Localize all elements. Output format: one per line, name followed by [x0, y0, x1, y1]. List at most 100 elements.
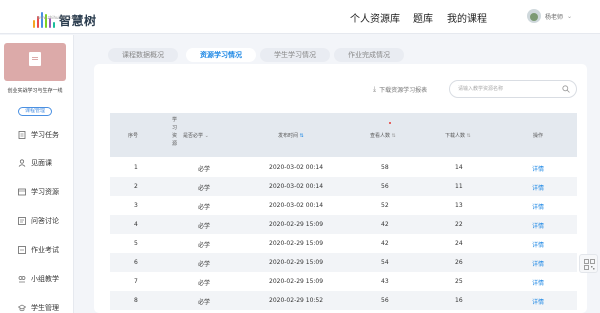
nav-question-bank[interactable]: 题库 [413, 10, 433, 25]
chevron-down-icon: ⌄ [204, 133, 209, 139]
cell-index: 7 [134, 278, 138, 285]
sidebar-item-label: 见面课 [31, 159, 52, 167]
cell-required: 必学 [198, 166, 211, 173]
top-header: 智慧树 www.zhihuishu.com 个人资源库 题库 我的课程 杨老师 … [0, 0, 600, 34]
book-icon [29, 52, 41, 66]
detail-link[interactable]: 详情 [532, 183, 544, 192]
cell-publish-time: 2020-03-02 00:14 [269, 202, 324, 209]
qr-code-icon [584, 259, 595, 270]
sidebar-item-students[interactable]: 学生管理 [18, 303, 59, 313]
detail-link[interactable]: 详情 [532, 164, 544, 173]
cell-publish-time: 2020-03-02 00:14 [269, 164, 324, 171]
cell-publish-time: 2020-03-02 00:14 [269, 183, 324, 190]
user-menu[interactable]: 杨老师 ⌄ [526, 9, 572, 23]
detail-link[interactable]: 详情 [532, 240, 544, 249]
column-header-resource: 学习资源 [172, 117, 178, 147]
student-icon [18, 304, 26, 312]
cell-publish-time: 2020-02-29 15:09 [269, 221, 324, 228]
detail-link[interactable]: 详情 [532, 297, 544, 306]
cell-required: 必学 [198, 261, 211, 268]
table-row: 5 必学 2020-02-29 15:09 42 24 详情 [110, 234, 577, 253]
table-row: 8 必学 2020-02-29 10:52 56 16 详情 [110, 291, 577, 310]
cell-publish-time: 2020-02-29 15:09 [269, 240, 324, 247]
cell-required: 必学 [198, 204, 211, 211]
column-header-action: 操作 [533, 133, 544, 139]
table-row: 7 必学 2020-02-29 15:09 43 25 详情 [110, 272, 577, 291]
column-header-viewers-label: 查看人数 [370, 133, 391, 139]
user-name: 杨老师 [544, 13, 563, 21]
cell-index: 4 [134, 221, 138, 228]
tab-resource-learning[interactable]: 资源学习情况 [186, 48, 256, 62]
sidebar-item-resources[interactable]: 学习资源 [18, 187, 59, 197]
chevron-down-icon: ⌄ [566, 12, 572, 20]
sidebar-item-meetings[interactable]: 见面课 [18, 158, 52, 168]
download-report-button[interactable]: ⤓ 下载资源学习报表 [373, 85, 427, 94]
tab-homework-completion[interactable]: 作业完成情况 [334, 48, 404, 62]
column-header-required[interactable]: 是否必学 ⌄ [183, 132, 209, 139]
sidebar-item-label: 作业考试 [31, 246, 59, 254]
column-header-viewers[interactable]: 查看人数 ⇅ [370, 132, 396, 139]
cell-index: 5 [134, 240, 138, 247]
search-input[interactable] [458, 84, 558, 94]
column-header-downloads[interactable]: 下载人数 ⇅ [445, 132, 471, 139]
search-box[interactable] [449, 80, 577, 98]
cell-publish-time: 2020-02-29 10:52 [269, 297, 324, 304]
tab-student-learning[interactable]: 学生学习情况 [260, 48, 330, 62]
detail-link[interactable]: 详情 [532, 202, 544, 211]
cell-downloads: 13 [455, 202, 463, 209]
cell-viewers: 54 [381, 259, 389, 266]
group-icon [18, 275, 26, 283]
cell-required: 必学 [198, 242, 211, 249]
table-row: 6 必学 2020-02-29 15:09 54 26 详情 [110, 253, 577, 272]
detail-link[interactable]: 详情 [532, 278, 544, 287]
cell-publish-time: 2020-02-29 15:09 [269, 278, 324, 285]
course-cover[interactable] [4, 43, 66, 81]
tab-course-overview[interactable]: 课程数据概况 [108, 48, 178, 62]
cell-downloads: 24 [455, 240, 463, 247]
sidebar-item-label: 学习任务 [31, 131, 59, 139]
detail-link[interactable]: 详情 [532, 259, 544, 268]
sort-icon: ⇅ [391, 133, 396, 139]
cell-viewers: 52 [381, 202, 389, 209]
discussion-icon [18, 217, 26, 225]
user-icon [18, 159, 26, 167]
column-header-downloads-label: 下载人数 [445, 133, 466, 139]
table-row: 4 必学 2020-02-29 15:09 42 22 详情 [110, 215, 577, 234]
cell-index: 2 [134, 183, 138, 190]
cell-viewers: 43 [381, 278, 389, 285]
column-header-publish-time[interactable]: 发布时间 ⇅ [278, 132, 304, 139]
cell-required: 必学 [198, 299, 211, 306]
search-icon[interactable] [562, 85, 570, 93]
nav-my-courses[interactable]: 我的课程 [447, 10, 487, 25]
sidebar-item-tasks[interactable]: 学习任务 [18, 130, 59, 140]
nav-personal-library[interactable]: 个人资源库 [350, 10, 400, 25]
download-icon: ⤓ [373, 85, 377, 93]
cell-downloads: 26 [455, 259, 463, 266]
resource-icon [18, 188, 26, 196]
table-row: 1 必学 2020-03-02 00:14 58 14 详情 [110, 158, 577, 177]
sidebar-item-discussion[interactable]: 问答讨论 [18, 216, 59, 226]
detail-link[interactable]: 详情 [532, 221, 544, 230]
course-name: 创业实战学习与生存一线 [7, 88, 63, 94]
sidebar-item-group[interactable]: 小组教学 [18, 274, 59, 284]
sidebar: 创业实战学习与生存一线 课程管理 学习任务 见面课 学习资源 问答讨论 作业考试… [0, 35, 74, 313]
cell-downloads: 22 [455, 221, 463, 228]
sidebar-item-label: 小组教学 [31, 275, 59, 283]
course-manage-button[interactable]: 课程管理 [18, 107, 52, 116]
table-row: 3 必学 2020-03-02 00:14 52 13 详情 [110, 196, 577, 215]
cell-index: 8 [134, 297, 138, 304]
cell-downloads: 14 [455, 164, 463, 171]
cell-viewers: 42 [381, 221, 389, 228]
qr-code-button[interactable] [579, 254, 598, 273]
sidebar-item-exams[interactable]: 作业考试 [18, 245, 59, 255]
table-row: 2 必学 2020-03-02 00:14 56 11 详情 [110, 177, 577, 196]
cell-downloads: 11 [455, 183, 463, 190]
table-header: 序号 学习资源 是否必学 ⌄ 发布时间 ⇅ 查看人数 ⇅ 下载人数 ⇅ 操作 [110, 113, 577, 157]
sidebar-item-label: 问答讨论 [31, 217, 59, 225]
new-indicator-dot [389, 122, 391, 124]
cell-viewers: 58 [381, 164, 389, 171]
avatar [526, 9, 541, 23]
logo-subtitle: www.zhihuishu.com [37, 15, 77, 20]
cell-downloads: 25 [455, 278, 463, 285]
sort-icon: ⇅ [466, 133, 471, 139]
